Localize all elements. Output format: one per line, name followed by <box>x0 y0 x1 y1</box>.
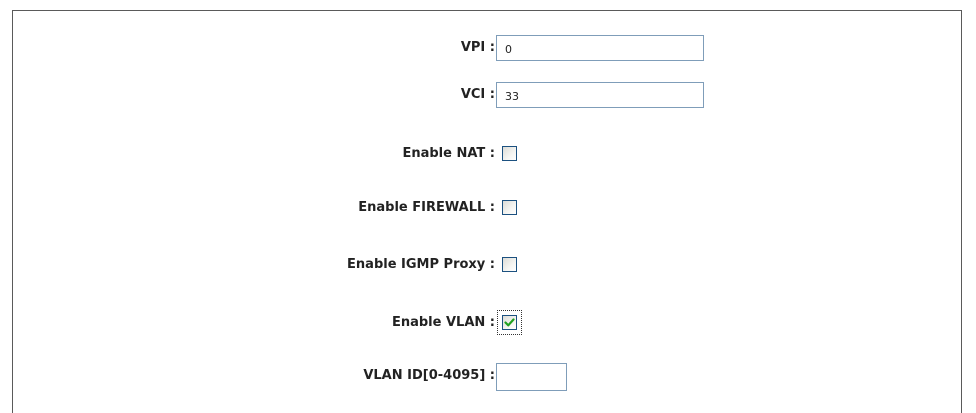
vpi-input[interactable] <box>496 35 704 61</box>
enable-firewall-checkbox[interactable] <box>502 200 517 215</box>
vci-label: VCI : <box>460 87 495 102</box>
check-mark-icon <box>504 318 515 327</box>
enable-vlan-row: Enable VLAN : <box>13 309 961 337</box>
enable-igmp-proxy-row: Enable IGMP Proxy : <box>13 251 961 279</box>
wan-settings-panel: VPI : VCI : Enable NAT : Enable FIREWALL… <box>12 10 962 413</box>
vci-input[interactable] <box>496 82 704 108</box>
enable-nat-label: Enable NAT : <box>402 146 495 161</box>
vpi-row: VPI : <box>13 34 961 62</box>
vci-row: VCI : <box>13 81 961 109</box>
vpi-label: VPI : <box>460 40 495 55</box>
enable-igmp-proxy-label: Enable IGMP Proxy : <box>347 257 495 272</box>
enable-vlan-label: Enable VLAN : <box>391 315 495 330</box>
enable-firewall-label: Enable FIREWALL : <box>358 200 495 215</box>
vlan-id-label: VLAN ID[0-4095] : <box>363 368 495 383</box>
enable-nat-row: Enable NAT : <box>13 140 961 168</box>
enable-vlan-checkbox[interactable] <box>502 315 517 330</box>
enable-igmp-proxy-checkbox[interactable] <box>502 257 517 272</box>
enable-firewall-row: Enable FIREWALL : <box>13 194 961 222</box>
enable-nat-checkbox[interactable] <box>502 146 517 161</box>
vlan-id-row: VLAN ID[0-4095] : <box>13 362 961 391</box>
vlan-id-input[interactable] <box>496 363 567 391</box>
